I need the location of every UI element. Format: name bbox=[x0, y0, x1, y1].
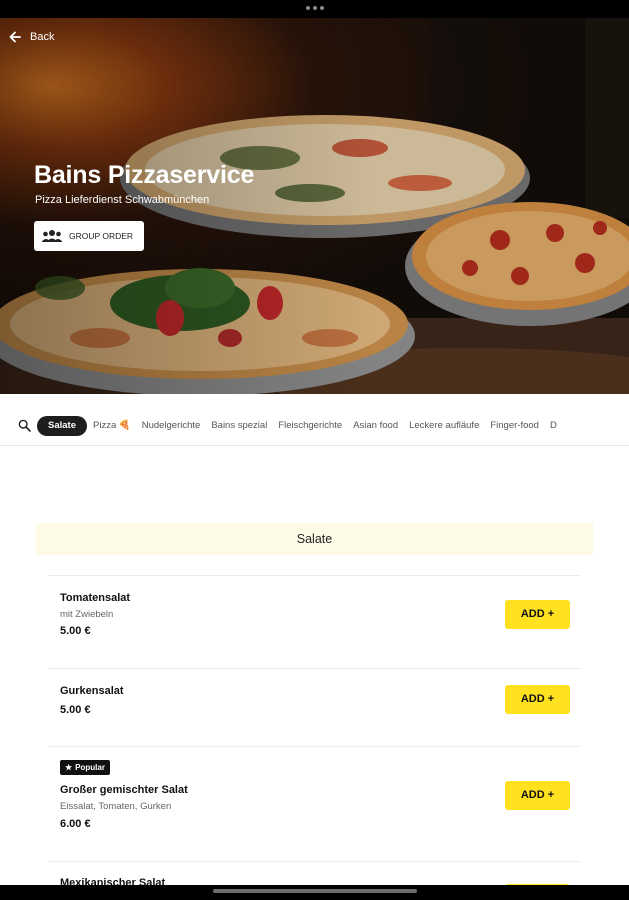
popular-badge: ★ Popular bbox=[60, 760, 110, 775]
section-title: Salate bbox=[36, 523, 593, 555]
tab-nudelgerichte[interactable]: Nudelgerichte bbox=[142, 416, 201, 436]
back-button[interactable]: Back bbox=[8, 30, 54, 44]
tab-leckere-auflaeufe[interactable]: Leckere aufläufe bbox=[409, 416, 479, 436]
hero-banner: Back Bains Pizzaservice Pizza Lieferdien… bbox=[0, 18, 629, 394]
add-button[interactable]: ADD + bbox=[505, 781, 570, 810]
add-button[interactable]: ADD + bbox=[505, 600, 570, 629]
group-icon bbox=[41, 230, 63, 242]
item-price: 6.00 € bbox=[60, 818, 91, 830]
tab-salate[interactable]: Salate bbox=[37, 416, 87, 436]
add-button[interactable]: ADD + bbox=[505, 685, 570, 714]
item-description: Eissalat, Tomaten, Gurken bbox=[60, 801, 172, 812]
menu-item[interactable]: ★ Popular Großer gemischter Salat Eissal… bbox=[48, 746, 581, 861]
item-name: Tomatensalat bbox=[60, 592, 131, 604]
group-order-button[interactable]: GROUP ORDER bbox=[34, 221, 144, 251]
multitask-dots-icon[interactable] bbox=[306, 6, 324, 10]
category-nav: Salate Pizza 🍕 Nudelgerichte Bains spezi… bbox=[0, 408, 629, 446]
home-indicator[interactable] bbox=[213, 889, 417, 893]
tab-fleischgerichte[interactable]: Fleischgerichte bbox=[278, 416, 342, 436]
tab-pizza[interactable]: Pizza 🍕 bbox=[93, 416, 131, 436]
status-bar bbox=[0, 0, 629, 18]
tab-finger-food[interactable]: Finger-food bbox=[490, 416, 539, 436]
item-price: 5.00 € bbox=[60, 704, 91, 716]
tab-bains-spezial[interactable]: Bains spezial bbox=[211, 416, 267, 436]
app-screen: Back Bains Pizzaservice Pizza Lieferdien… bbox=[0, 18, 629, 885]
badge-label: Popular bbox=[75, 763, 105, 772]
menu-item[interactable]: Mexikanischer Salat bbox=[48, 861, 581, 885]
restaurant-name: Bains Pizzaservice bbox=[34, 161, 255, 189]
menu-item[interactable]: Gurkensalat 5.00 € ADD + bbox=[48, 668, 581, 746]
menu-item[interactable]: Tomatensalat mit Zwiebeln 5.00 € ADD + bbox=[48, 575, 581, 668]
arrow-left-icon bbox=[9, 31, 21, 43]
search-icon[interactable] bbox=[18, 419, 31, 432]
group-order-label: GROUP ORDER bbox=[69, 231, 134, 241]
item-price: 5.00 € bbox=[60, 625, 91, 637]
back-label: Back bbox=[30, 31, 55, 43]
category-tabs: Salate Pizza 🍕 Nudelgerichte Bains spezi… bbox=[37, 416, 568, 436]
tab-asian-food[interactable]: Asian food bbox=[353, 416, 398, 436]
item-name: Großer gemischter Salat bbox=[60, 784, 188, 796]
item-name: Mexikanischer Salat bbox=[60, 877, 166, 885]
star-icon: ★ bbox=[65, 763, 73, 772]
hero-overlay bbox=[0, 18, 629, 394]
item-name: Gurkensalat bbox=[60, 685, 124, 697]
restaurant-subtitle: Pizza Lieferdienst Schwabmünchen bbox=[35, 194, 210, 206]
tab-more[interactable]: D bbox=[550, 416, 557, 436]
item-description: mit Zwiebeln bbox=[60, 609, 114, 620]
